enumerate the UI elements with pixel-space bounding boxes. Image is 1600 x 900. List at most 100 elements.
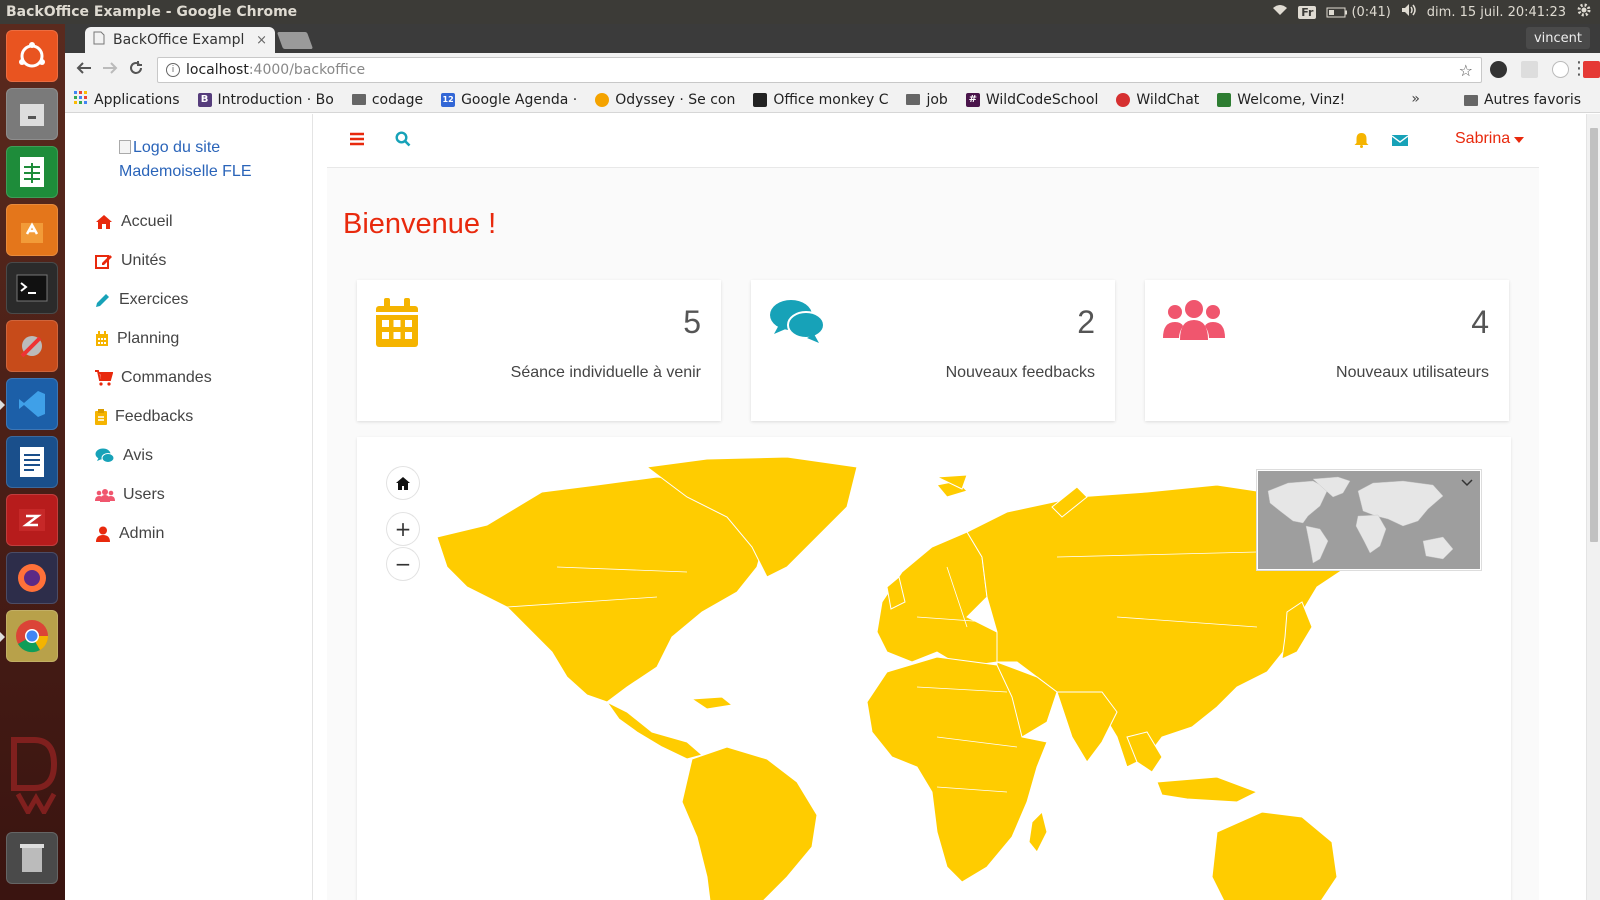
sidebar: Logo du site Mademoiselle FLE Accueil Un… [65, 114, 313, 900]
sidebar-item-label: Admin [119, 525, 165, 542]
sidebar-item-feedbacks[interactable]: Feedbacks [95, 408, 193, 426]
cart-icon [95, 370, 113, 386]
bookmark-label: codage [371, 91, 424, 108]
map-zoom-in-button[interactable]: + [387, 513, 419, 545]
sidebar-item-planning[interactable]: Planning [95, 330, 179, 348]
page-scrollbar[interactable] [1586, 114, 1600, 900]
unity-launcher [0, 24, 65, 900]
clock[interactable]: dim. 15 juil. 20:41:23 [1427, 5, 1566, 20]
user-dropdown[interactable]: Sabrina [1455, 130, 1525, 148]
odyssey-favicon-icon [595, 92, 610, 107]
bookmark-welcome-vinz[interactable]: Welcome, Vinz! [1208, 92, 1354, 108]
bookmark-star-icon[interactable]: ☆ [1459, 61, 1473, 80]
tab-title: BackOffice Exampl [113, 32, 245, 48]
stat-card-users[interactable]: 4 Nouveaux utilisateurs [1145, 280, 1509, 421]
stat-label: Nouveaux feedbacks [945, 364, 1095, 381]
volume-icon[interactable] [1401, 3, 1417, 21]
office-monkey-favicon-icon [753, 92, 768, 107]
trash-launcher[interactable] [6, 832, 58, 884]
bootstrap-favicon-icon: B [197, 92, 212, 107]
bookmark-wildchat[interactable]: WildChat [1107, 92, 1208, 108]
sidebar-item-avis[interactable]: Avis [95, 447, 153, 465]
tab-close-button[interactable]: × [256, 33, 267, 48]
map-zoom-out-button[interactable]: − [387, 548, 419, 580]
calc-launcher[interactable] [6, 146, 58, 198]
extension-grid-icon[interactable] [1521, 61, 1538, 78]
minimap-toggle-chevron-icon[interactable] [1461, 475, 1473, 491]
ubuntu-dash-button[interactable] [6, 30, 58, 82]
main-content: Bienvenue ! 5 Séance individuelle à veni… [327, 168, 1539, 900]
battery-time: (0:41) [1351, 4, 1391, 20]
bookmark-bootstrap[interactable]: B Introduction · Bo [189, 92, 343, 108]
chrome-launcher[interactable] [0, 610, 58, 662]
settings-gear-icon[interactable] [1576, 2, 1592, 22]
reload-icon[interactable] [123, 60, 149, 81]
writer-launcher[interactable] [6, 436, 58, 488]
profile-button[interactable]: vincent [1525, 27, 1590, 49]
sidebar-item-commandes[interactable]: Commandes [95, 369, 212, 387]
bookmark-folder-codage[interactable]: codage [343, 92, 432, 108]
extension-circle-icon[interactable] [1552, 61, 1569, 78]
terminal-launcher[interactable] [6, 262, 58, 314]
browser-menu-icon[interactable]: ⋮ [1570, 60, 1588, 78]
bookmark-label: Applications [94, 91, 180, 108]
bookmark-applications[interactable]: Applications [65, 90, 189, 109]
scrollbar-thumb[interactable] [1590, 128, 1598, 542]
wrench-icon [6, 320, 58, 372]
stat-count: 2 [1077, 304, 1095, 340]
address-bar[interactable]: i localhost :4000/backoffice ☆ [157, 57, 1482, 83]
sidebar-item-label: Commandes [121, 369, 212, 386]
sidebar-item-exercices[interactable]: Exercices [95, 291, 188, 309]
bookmark-wildcodeschool[interactable]: # WildCodeSchool [957, 92, 1108, 108]
files-launcher[interactable] [6, 88, 58, 140]
hamburger-menu-icon[interactable] [349, 131, 365, 150]
forward-arrow-icon[interactable] [97, 60, 123, 81]
bookmark-label: WildCodeSchool [985, 91, 1099, 108]
map-overview-minimap[interactable] [1257, 470, 1481, 570]
sidebar-item-admin[interactable]: Admin [95, 525, 164, 543]
battery-indicator[interactable]: (0:41) [1326, 4, 1391, 20]
bookmark-google-agenda[interactable]: 12 Google Agenda · [432, 92, 586, 108]
envelope-icon[interactable] [1391, 132, 1409, 151]
map-home-button[interactable] [387, 467, 419, 499]
search-icon[interactable] [395, 131, 411, 151]
slack-favicon-icon: # [965, 92, 980, 107]
stat-card-feedbacks[interactable]: 2 Nouveaux feedbacks [751, 280, 1115, 421]
bookmarks-overflow-chevron-icon[interactable]: » [1411, 91, 1420, 107]
sidebar-item-unites[interactable]: Unités [95, 252, 166, 270]
users-icon [95, 488, 115, 502]
south-america-shape [681, 746, 818, 900]
bookmark-folder-job[interactable]: job [897, 92, 956, 108]
home-icon [95, 214, 113, 230]
bookmarks-bar: Applications B Introduction · Bo codage … [65, 87, 1600, 113]
sidebar-item-label: Exercices [119, 291, 189, 308]
firefox-launcher[interactable] [6, 552, 58, 604]
chrome-icon [6, 610, 58, 662]
page-title: Bienvenue ! [343, 208, 497, 240]
system-settings-launcher[interactable] [6, 320, 58, 372]
file-cabinet-icon [6, 88, 58, 140]
back-arrow-icon[interactable] [71, 60, 97, 81]
vscode-launcher[interactable] [0, 378, 58, 430]
bookmark-label: Introduction · Bo [217, 91, 334, 108]
site-info-icon[interactable]: i [166, 63, 180, 77]
bookmark-office-monkey[interactable]: Office monkey C [744, 92, 897, 108]
site-logo-broken-image[interactable]: Logo du site Mademoiselle FLE [119, 136, 252, 184]
software-center-launcher[interactable] [6, 204, 58, 256]
filezilla-launcher[interactable] [6, 494, 58, 546]
other-bookmarks-folder[interactable]: Autres favoris [1455, 87, 1590, 113]
url-path: :4000/backoffice [248, 62, 366, 78]
stat-card-sessions[interactable]: 5 Séance individuelle à venir [357, 280, 721, 421]
keyboard-layout-indicator[interactable]: Fr [1298, 5, 1317, 19]
terminal-icon [6, 262, 58, 314]
extension-dark-icon[interactable] [1490, 61, 1507, 78]
new-tab-button[interactable] [276, 32, 314, 49]
bell-icon[interactable] [1354, 132, 1369, 152]
sidebar-item-users[interactable]: Users [95, 486, 165, 504]
window-title: BackOffice Example - Google Chrome [6, 4, 298, 20]
wifi-icon[interactable] [1272, 4, 1288, 20]
browser-tab-active[interactable]: BackOffice Exampl × [85, 27, 275, 53]
sidebar-item-accueil[interactable]: Accueil [95, 213, 173, 231]
bookmark-odyssey[interactable]: Odyssey · Se con [586, 92, 744, 108]
sidebar-item-label: Unités [121, 252, 167, 269]
